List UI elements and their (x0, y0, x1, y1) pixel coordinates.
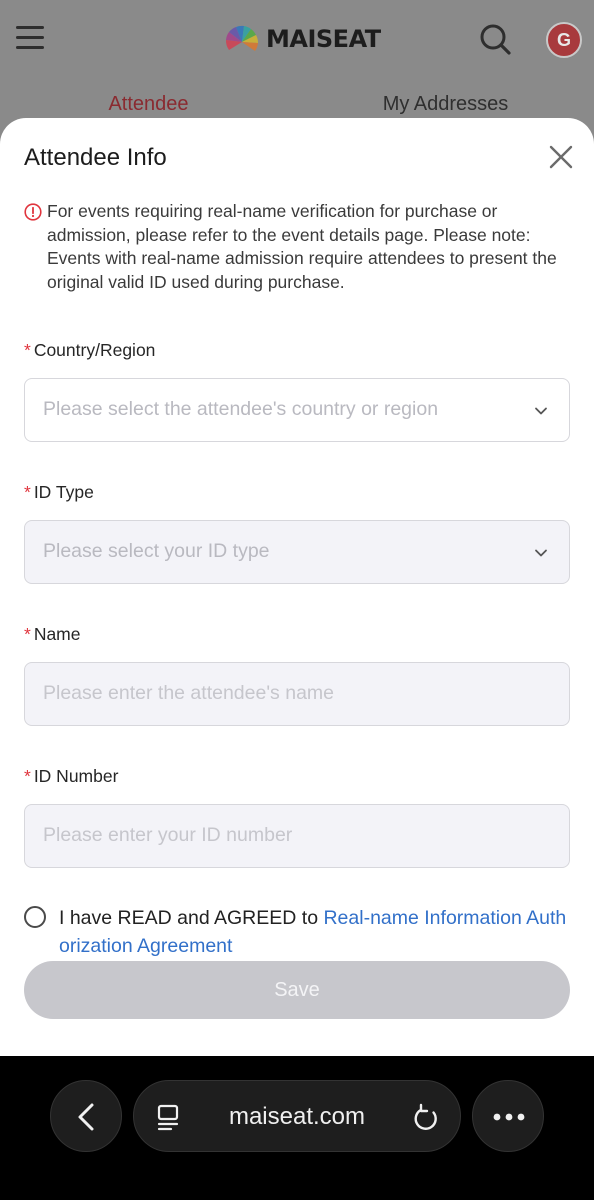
id-number-placeholder: Please enter your ID number (43, 824, 293, 846)
id-type-placeholder: Please select your ID type (43, 540, 270, 562)
save-button[interactable]: Save (24, 961, 570, 1019)
menu-icon[interactable] (16, 24, 46, 52)
required-marker: * (24, 766, 31, 786)
name-placeholder: Please enter the attendee's name (43, 682, 335, 704)
more-button[interactable] (472, 1080, 544, 1152)
agreement-radio[interactable] (24, 906, 46, 928)
brand-logo[interactable]: MAISEAT (224, 22, 381, 56)
agreement-text: I have READ and AGREED to Real-name Info… (59, 907, 567, 957)
name-label: * Name (24, 624, 81, 644)
address-bar[interactable]: maiseat.com (133, 1080, 461, 1152)
country-region-placeholder: Please select the attendee's country or … (43, 398, 439, 420)
id-number-label: * ID Number (24, 766, 119, 786)
notice-text: For events requiring real-name verificat… (47, 201, 557, 292)
id-number-input[interactable]: Please enter your ID number (24, 804, 570, 868)
tab-bar: Attendee My Addresses (0, 86, 594, 122)
chevron-down-icon (535, 549, 547, 557)
brand-name: MAISEAT (266, 25, 381, 53)
attendee-info-sheet: Attendee Info For events requiring real-… (0, 118, 594, 1056)
close-icon[interactable] (546, 142, 576, 172)
search-icon[interactable] (478, 22, 512, 56)
more-icon (493, 1113, 525, 1121)
reload-icon[interactable] (412, 1102, 440, 1132)
required-marker: * (24, 482, 31, 502)
avatar-letter: G (556, 29, 571, 50)
id-type-label: * ID Type (24, 482, 94, 502)
browser-toolbar: maiseat.com (0, 1056, 594, 1200)
id-type-select[interactable]: Please select your ID type (24, 520, 570, 584)
top-bar: MAISEAT G (0, 0, 594, 80)
back-button[interactable] (50, 1080, 122, 1152)
name-input[interactable]: Please enter the attendee's name (24, 662, 570, 726)
tab-my-addresses[interactable]: My Addresses (297, 86, 594, 122)
required-marker: * (24, 340, 31, 360)
sheet-title: Attendee Info (24, 144, 167, 171)
country-region-label: * Country/Region (24, 340, 156, 360)
country-region-select[interactable]: Please select the attendee's country or … (24, 378, 570, 442)
required-marker: * (24, 624, 31, 644)
info-icon (24, 203, 42, 221)
chevron-down-icon (535, 407, 547, 415)
chevron-left-icon (78, 1103, 94, 1131)
screen: MAISEAT G Attendee My Addresses Attendee… (0, 0, 594, 1200)
logo-icon (225, 25, 259, 51)
tab-attendee[interactable]: Attendee (0, 86, 297, 122)
avatar[interactable]: G (546, 22, 582, 58)
